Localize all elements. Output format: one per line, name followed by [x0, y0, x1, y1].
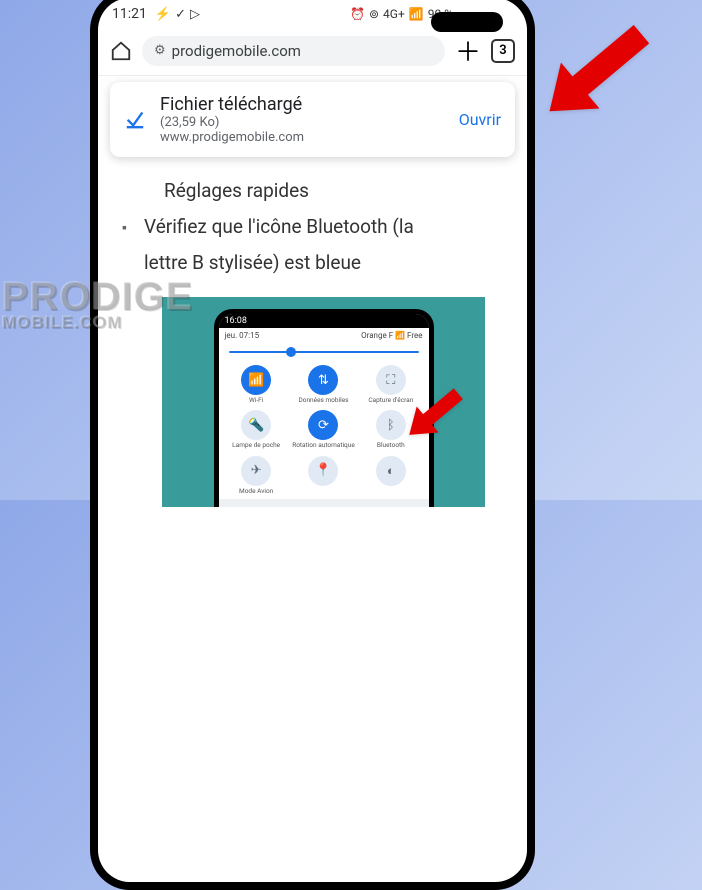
page-text: Réglages rapides [122, 173, 503, 209]
toast-size: (23,59 Ko) [160, 115, 459, 130]
qs-tile: 📍 [292, 456, 355, 495]
watermark: PRODIGE MOBILE.COM [2, 280, 193, 330]
inner-status-time: 16:08 [219, 314, 429, 328]
url-text: prodigemobile.com [172, 42, 301, 60]
open-file-button[interactable]: Ouvrir [459, 110, 501, 129]
annotation-arrow [388, 370, 478, 464]
home-icon[interactable] [110, 40, 132, 62]
status-notification-icons: ⚡✓▷ [155, 7, 200, 22]
brightness-slider [219, 343, 429, 361]
camera-cutout [431, 12, 503, 32]
browser-toolbar: ⚙ prodigemobile.com ＋ 3 [98, 26, 527, 76]
webpage-content[interactable]: Réglages rapides Vérifiez que l'icône Bl… [98, 163, 527, 517]
annotation-arrow [504, 0, 684, 168]
hotspot-icon: ⊚ [369, 7, 379, 21]
alarm-icon: ⏰ [350, 7, 365, 21]
qs-tile: 📶Wi-Fi [225, 365, 288, 404]
site-settings-icon: ⚙ [154, 43, 166, 58]
status-time: 11:21 [112, 6, 147, 22]
toast-source: www.prodigemobile.com [160, 130, 459, 145]
network-label: 4G+ [383, 7, 405, 21]
address-bar[interactable]: ⚙ prodigemobile.com [142, 36, 445, 66]
download-complete-icon [124, 107, 150, 133]
qs-tile: 🔦Lampe de poche [225, 410, 288, 449]
toast-title: Fichier téléchargé [160, 94, 459, 115]
qs-tile: ⇅Données mobiles [292, 365, 355, 404]
inner-date: jeu. 07:15 [225, 331, 260, 340]
qs-tile: ⟳Rotation automatique [292, 410, 355, 449]
download-toast: Fichier téléchargé (23,59 Ko) www.prodig… [110, 82, 515, 157]
page-text: Vérifiez que l'icône Bluetooth (la [122, 209, 503, 245]
new-tab-button[interactable]: ＋ [455, 32, 481, 69]
qs-tile: ✈Mode Avion [225, 456, 288, 495]
signal-icon: 📶 [409, 7, 424, 21]
